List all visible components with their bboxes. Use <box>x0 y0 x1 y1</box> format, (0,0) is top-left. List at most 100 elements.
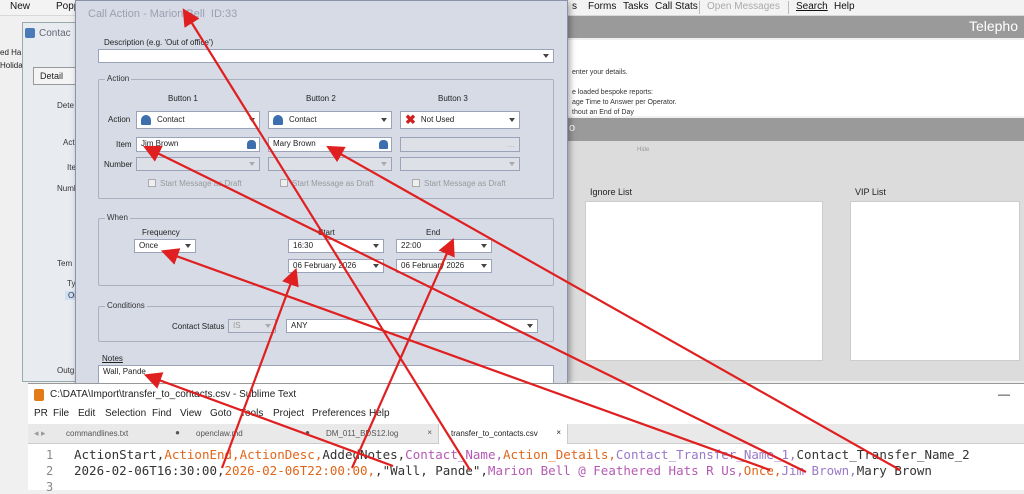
end-date-picker[interactable]: 06 February 2026 <box>396 259 492 273</box>
menu-preferences[interactable]: Preferences <box>312 408 366 419</box>
button3-action-select[interactable]: ✖ Not Used <box>400 111 520 129</box>
notes-field[interactable]: Wall, Pande <box>98 365 554 385</box>
code-token: , <box>375 463 383 478</box>
dialog-title: Call Action - Marion Bell ID:33 <box>88 8 238 20</box>
button1-item-field[interactable]: Jim Brown <box>136 137 260 152</box>
section-header: o <box>565 118 1024 141</box>
code-token: Contact_Name, <box>405 447 504 462</box>
contact-status-value-select[interactable]: ANY <box>286 319 538 333</box>
button2-number-select[interactable] <box>268 157 392 171</box>
menu-help[interactable]: Help <box>834 1 855 12</box>
menu-open-messages[interactable]: Open Messages <box>707 1 780 12</box>
sublime-window: C:\DATA\Import\transfer_to_contacts.csv … <box>28 383 1024 494</box>
button3-item-field[interactable]: … <box>400 137 520 152</box>
start-date-picker[interactable]: 06 February 2026 <box>288 259 384 273</box>
menu-goto[interactable]: Goto <box>210 408 232 419</box>
contact-icon <box>141 115 151 125</box>
pick-contact-icon[interactable] <box>379 140 388 149</box>
menu-project[interactable]: Project <box>273 408 304 419</box>
button3-draft-checkbox[interactable]: Start Message as Draft <box>412 179 506 188</box>
contact-status-operator-select[interactable]: IS <box>228 319 276 333</box>
menu-help[interactable]: Help <box>369 408 390 419</box>
start-label: Start <box>318 228 335 237</box>
faint-label: Hide <box>637 147 650 153</box>
menu-call-stats[interactable]: Call Stats <box>655 1 698 12</box>
tab-commandlines[interactable]: commandlines.txt ● <box>56 424 186 444</box>
code-line-1[interactable]: ActionStart,ActionEnd,ActionDesc,AddedNo… <box>74 447 970 462</box>
button1-number-select[interactable] <box>136 157 260 171</box>
code-line-2[interactable]: 2026-02-06T16:30:00,2026-02-06T22:00:00,… <box>74 463 932 478</box>
button3-number-select[interactable] <box>400 157 520 171</box>
button1-action-select[interactable]: Contact <box>136 111 260 129</box>
info-panel: enter your details. e loaded bespoke rep… <box>565 40 1024 116</box>
tab-dm-log[interactable]: DM_011_BDS12.log × <box>316 424 438 444</box>
code-token: Once, <box>743 463 782 478</box>
telephone-header: Telepho <box>565 16 1024 38</box>
pick-contact-icon[interactable] <box>247 140 256 149</box>
contact-icon <box>273 115 283 125</box>
code-token: ActionStart, <box>74 447 165 462</box>
menu-s[interactable]: s <box>572 1 577 12</box>
vip-list-box[interactable] <box>850 201 1020 361</box>
menu-file[interactable]: File <box>53 408 69 419</box>
sublime-menubar: PR File Edit Selection Find View Goto To… <box>28 406 1024 422</box>
menu-find[interactable]: Find <box>152 408 171 419</box>
tab-transfer-csv[interactable]: transfer_to_contacts.csv × <box>438 424 568 444</box>
menu-view[interactable]: View <box>180 408 202 419</box>
end-time-select[interactable]: 22:00 <box>396 239 492 253</box>
menu-search[interactable]: Search <box>796 1 828 12</box>
notes-label: Notes <box>102 354 123 363</box>
info-line: thout an End of Day <box>572 109 634 116</box>
contact-window: Contac Detail Dete Actio Ite Numb Tem Ty… <box>22 22 83 382</box>
info-line: enter your details. <box>572 69 628 76</box>
contact-window-title: Contac <box>39 28 71 39</box>
not-used-x-icon: ✖ <box>405 112 416 127</box>
menu-new[interactable]: New <box>10 1 30 12</box>
vip-list-label: VIP List <box>855 187 886 197</box>
button2-item-field[interactable]: Mary Brown <box>268 137 392 152</box>
code-token: 2026-02-06T16:30:00, <box>74 463 225 478</box>
sublime-titlebar: C:\DATA\Import\transfer_to_contacts.csv … <box>28 384 1024 406</box>
button2-header: Button 2 <box>306 94 336 103</box>
description-input[interactable] <box>98 49 554 63</box>
info-line: e loaded bespoke reports: <box>572 89 653 96</box>
code-token: Contact_Transfer_Name_1, <box>615 447 797 462</box>
call-action-dialog: Call Action - Marion Bell ID:33 Descript… <box>75 0 568 385</box>
code-token: Jim Brown, <box>781 463 857 478</box>
frequency-label: Frequency <box>142 228 180 237</box>
minimize-button[interactable]: — <box>998 387 1010 401</box>
code-token: Action_Details, <box>503 447 616 462</box>
sublime-logo-icon <box>34 389 44 401</box>
tab-nav-arrows-icon[interactable]: ◂ ▸ <box>34 428 46 439</box>
menu-selection[interactable]: Selection <box>105 408 146 419</box>
code-token: Contact_Transfer_Name_2 <box>796 447 970 462</box>
code-token: ActionEnd, <box>164 447 240 462</box>
menu-edit[interactable]: Edit <box>78 408 95 419</box>
ignore-list-box[interactable] <box>585 201 823 361</box>
left-text-1: ed Ha <box>0 48 22 57</box>
tab-openclaw[interactable]: openclaw.md ● <box>186 424 316 444</box>
button1-draft-checkbox[interactable]: Start Message as Draft <box>148 179 242 188</box>
action-row-label: Action <box>108 115 131 124</box>
button2-action-select[interactable]: Contact <box>268 111 392 129</box>
contact-icon <box>25 28 35 38</box>
menu-forms[interactable]: Forms <box>588 1 616 12</box>
start-time-select[interactable]: 16:30 <box>288 239 384 253</box>
end-label: End <box>426 228 441 237</box>
contact-label: Outg <box>57 366 75 375</box>
button2-draft-checkbox[interactable]: Start Message as Draft <box>280 179 374 188</box>
contact-status-label: Contact Status <box>172 322 225 331</box>
lists-area: Hide Ignore List VIP List <box>565 141 1024 381</box>
menu-tasks[interactable]: Tasks <box>623 1 649 12</box>
button1-header: Button 1 <box>168 94 198 103</box>
menu-tools[interactable]: Tools <box>240 408 263 419</box>
code-token: Marion Bell @ Feathered Hats R Us, <box>487 463 744 478</box>
code-token: 2026-02-06T22:00:00, <box>224 463 376 478</box>
menu-pr[interactable]: PR <box>34 408 48 419</box>
frequency-select[interactable]: Once <box>134 239 196 253</box>
sublime-tabbar: ◂ ▸ commandlines.txt ● openclaw.md ● DM_01… <box>28 424 1024 444</box>
ignore-list-label: Ignore List <box>590 187 633 197</box>
line-number: 3 <box>46 480 54 494</box>
description-label: Description (e.g. 'Out of office') <box>104 38 214 47</box>
line-number: 2 <box>46 464 54 478</box>
